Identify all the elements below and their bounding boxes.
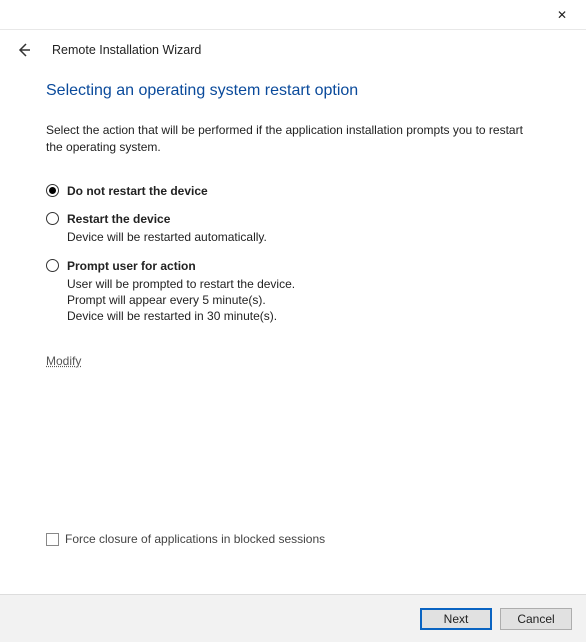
cancel-button[interactable]: Cancel [500,608,572,630]
option-restart: Restart the device Device will be restar… [46,212,540,245]
force-closure-checkbox[interactable] [46,533,59,546]
radio-restart[interactable] [46,212,59,225]
option-label: Prompt user for action [67,259,196,273]
option-label: Restart the device [67,212,170,226]
titlebar: ✕ [0,0,586,30]
option-prompt: Prompt user for action User will be prom… [46,259,540,325]
page-heading: Selecting an operating system restart op… [0,66,586,100]
next-button[interactable]: Next [420,608,492,630]
force-closure-row: Force closure of applications in blocked… [46,532,325,546]
radio-prompt[interactable] [46,259,59,272]
option-sub: Device will be restarted automatically. [67,229,540,245]
radio-no-restart[interactable] [46,184,59,197]
option-sub: User will be prompted to restart the dev… [67,276,540,325]
option-no-restart: Do not restart the device [46,184,540,198]
footer: Next Cancel [0,594,586,642]
modify-link[interactable]: Modify [46,354,81,368]
option-label: Do not restart the device [67,184,208,198]
arrow-left-icon [16,42,32,58]
description-text: Select the action that will be performed… [0,100,586,156]
force-closure-label: Force closure of applications in blocked… [65,532,325,546]
header: Remote Installation Wizard [0,30,586,66]
close-icon: ✕ [557,8,567,22]
back-button[interactable] [14,40,34,60]
wizard-title: Remote Installation Wizard [52,43,201,57]
close-button[interactable]: ✕ [548,4,576,26]
restart-options: Do not restart the device Restart the de… [0,156,586,325]
